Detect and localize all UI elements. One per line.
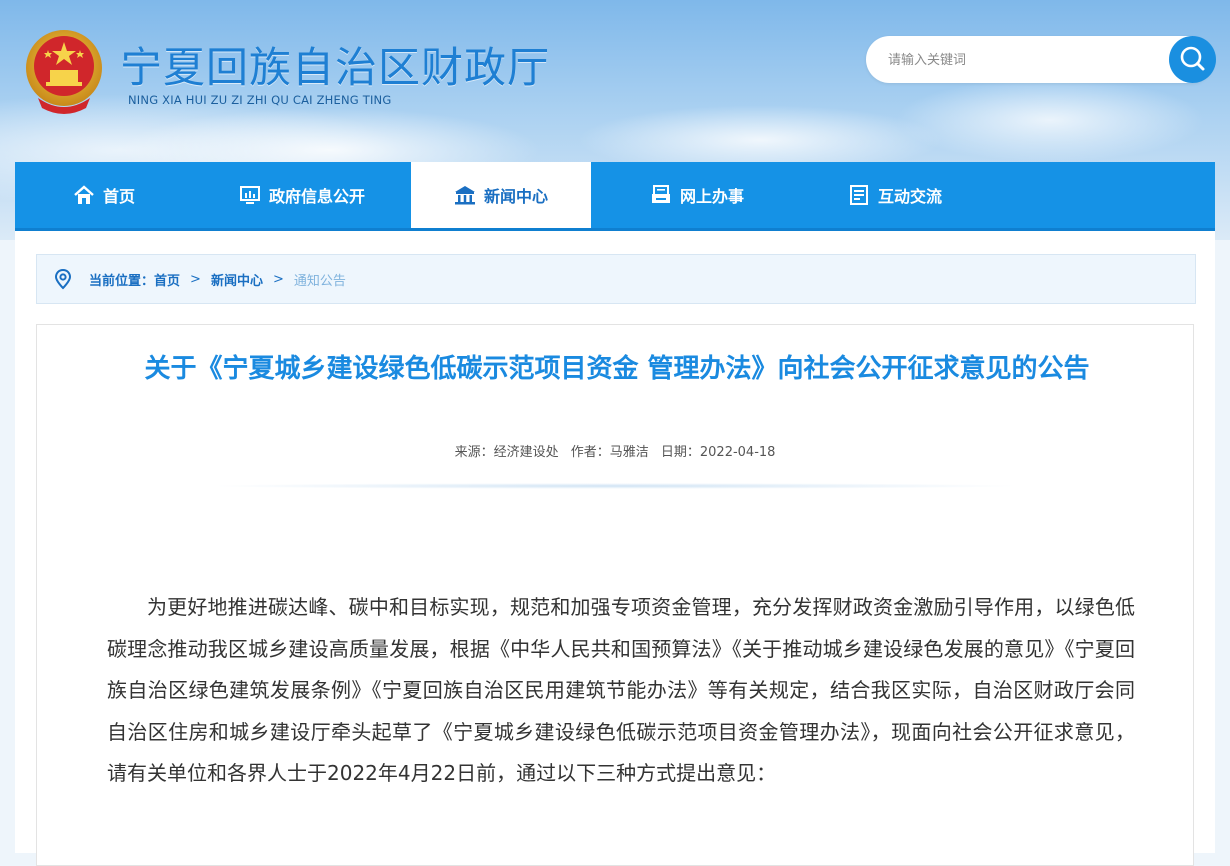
institution-icon — [454, 186, 475, 205]
main-nav: 首页 政府信息公开 新闻中心 网上办事 互动交流 — [15, 162, 1215, 228]
nav-item-label: 政府信息公开 — [269, 187, 366, 206]
form-printer-icon — [652, 185, 670, 203]
site-title: 宁夏回族自治区财政厅 — [120, 43, 551, 92]
site-subtitle: NING XIA HUI ZU ZI ZHI QU CAI ZHENG TING — [128, 93, 392, 107]
article-source: 来源：经济建设处 — [454, 445, 559, 460]
search-box — [866, 36, 1216, 83]
breadcrumb-link-news-center[interactable]: 新闻中心 — [211, 270, 263, 289]
breadcrumb-separator: > — [272, 271, 284, 287]
home-icon — [74, 185, 94, 204]
nav-item-gov-info[interactable]: 政府信息公开 — [239, 162, 365, 228]
title-divider — [207, 483, 1023, 489]
nav-item-interaction[interactable]: 互动交流 — [848, 162, 942, 228]
national-emblem-icon — [24, 28, 104, 114]
search-icon — [1180, 46, 1205, 71]
article-meta: 来源：经济建设处 作者：马雅洁 日期：2022-04-18 — [37, 441, 1193, 460]
nav-item-online-services[interactable]: 网上办事 — [650, 162, 744, 228]
article-title: 关于《宁夏城乡建设绿色低碳示范项目资金 管理办法》向社会公开征求意见的公告 — [144, 354, 1090, 384]
nav-item-news-center[interactable]: 新闻中心 — [411, 162, 591, 228]
monitor-chart-icon — [240, 186, 260, 204]
breadcrumb-separator: > — [190, 271, 201, 287]
search-input[interactable] — [886, 48, 1160, 72]
nav-item-label: 首页 — [103, 187, 136, 206]
article-panel: 关于《宁夏城乡建设绿色低碳示范项目资金 管理办法》向社会公开征求意见的公告 来源… — [36, 324, 1194, 866]
nav-item-label: 网上办事 — [680, 187, 745, 206]
nav-item-label: 新闻中心 — [483, 187, 548, 206]
nav-item-label: 互动交流 — [878, 187, 943, 206]
article-author: 作者：马雅洁 — [570, 445, 649, 460]
article-date: 日期：2022-04-18 — [660, 445, 776, 460]
breadcrumb-label: 当前位置： — [89, 273, 155, 289]
location-pin-icon — [54, 268, 72, 290]
article-body: 为更好地推进碳达峰、碳中和目标实现，规范和加强专项资金管理，充分发挥财政资金激励… — [107, 595, 1135, 785]
search-button[interactable] — [1169, 36, 1216, 83]
breadcrumb-current: 通知公告 — [293, 273, 346, 289]
breadcrumb-link-home[interactable]: 首页 — [154, 270, 180, 289]
document-list-icon — [850, 185, 868, 205]
breadcrumb: 当前位置： 首页 > 新闻中心 > 通知公告 — [36, 254, 1196, 304]
nav-item-home[interactable]: 首页 — [73, 162, 135, 228]
